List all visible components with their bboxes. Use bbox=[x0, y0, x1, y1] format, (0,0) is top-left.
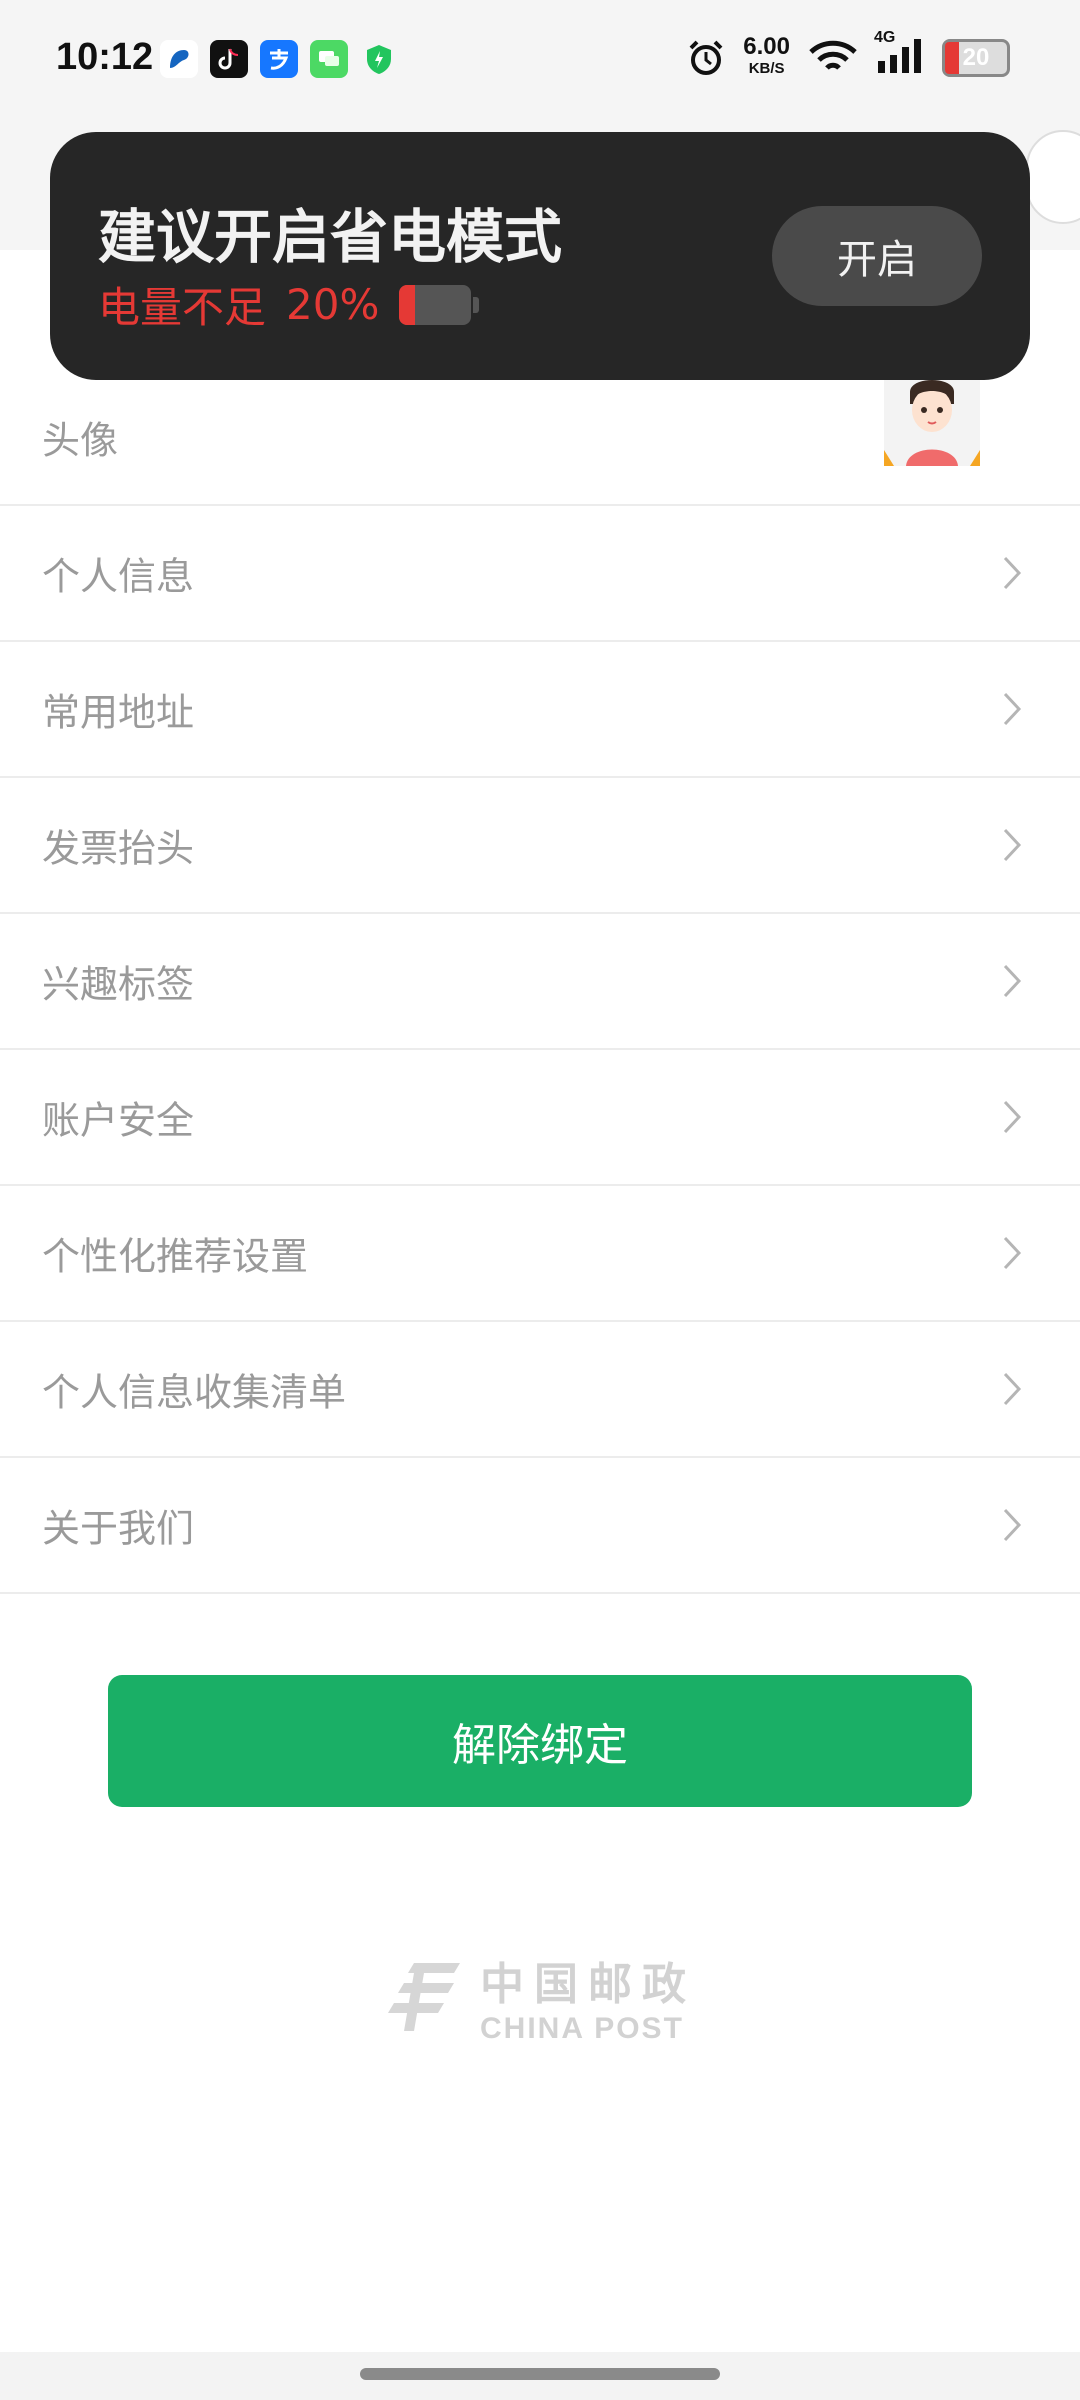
chevron-right-icon bbox=[1003, 692, 1022, 726]
unbind-button[interactable]: 解除绑定 bbox=[108, 1675, 972, 1807]
tiktok-icon bbox=[210, 40, 248, 78]
settings-row-label: 头像 bbox=[42, 418, 119, 463]
settings-row-label: 发票抬头 bbox=[42, 826, 195, 871]
alarm-icon bbox=[689, 40, 723, 75]
status-right: 6.00 KB/S 4G 20 bbox=[687, 29, 1010, 80]
low-battery-text: 电量不足 bbox=[98, 283, 267, 332]
settings-row-label: 兴趣标签 bbox=[42, 962, 195, 1007]
settings-row-label: 个人信息收集清单 bbox=[42, 1370, 347, 1415]
china-post-logo-text: 中国邮政 CHINA POST bbox=[480, 1948, 696, 2046]
settings-row-personal-info[interactable]: 个人信息 bbox=[0, 506, 1080, 642]
security-shield-icon bbox=[360, 40, 398, 78]
status-app-icons bbox=[160, 40, 398, 78]
settings-row-invoice-title[interactable]: 发票抬头 bbox=[0, 778, 1080, 914]
settings-list: 头像 个人信息 常用地址 发票抬头 兴趣标签 账户安全 个性化推荐设置 个人信息… bbox=[0, 370, 1080, 1594]
chevron-right-icon bbox=[1003, 1372, 1022, 1406]
settings-row-avatar[interactable]: 头像 bbox=[0, 370, 1080, 506]
settings-row-label: 个人信息 bbox=[42, 554, 195, 599]
settings-row-label: 账户安全 bbox=[42, 1098, 195, 1143]
settings-row-about-us[interactable]: 关于我们 bbox=[0, 1458, 1080, 1594]
toast-title: 建议开启省电模式 bbox=[98, 203, 563, 271]
battery-icon bbox=[399, 284, 480, 325]
chevron-right-icon bbox=[1003, 964, 1022, 998]
settings-row-info-collection-list[interactable]: 个人信息收集清单 bbox=[0, 1322, 1080, 1458]
settings-row-recommendation[interactable]: 个性化推荐设置 bbox=[0, 1186, 1080, 1322]
logo-english: CHINA POST bbox=[480, 2012, 684, 2045]
status-time: 10:12 bbox=[56, 36, 154, 78]
chevron-right-icon bbox=[1003, 1508, 1022, 1542]
net-speed: 6.00 KB/S bbox=[743, 33, 790, 78]
settings-row-addresses[interactable]: 常用地址 bbox=[0, 642, 1080, 778]
settings-row-interest-tags[interactable]: 兴趣标签 bbox=[0, 914, 1080, 1050]
avatar[interactable] bbox=[884, 370, 980, 466]
wifi-icon bbox=[809, 40, 857, 70]
alipay-icon bbox=[260, 40, 298, 78]
gesture-nav-bar bbox=[0, 2352, 1080, 2400]
baidu-map-icon bbox=[160, 40, 198, 78]
messages-icon bbox=[310, 40, 348, 78]
china-post-emblem-icon bbox=[388, 1963, 460, 2031]
chevron-right-icon bbox=[1003, 1100, 1022, 1134]
settings-row-account-security[interactable]: 账户安全 bbox=[0, 1050, 1080, 1186]
logo-chinese: 中国邮政 bbox=[480, 1959, 696, 2010]
network-type-label: 4G bbox=[874, 29, 896, 46]
settings-row-label: 常用地址 bbox=[42, 690, 195, 735]
battery-indicator: 20 bbox=[942, 39, 1010, 77]
home-indicator[interactable] bbox=[360, 2368, 720, 2380]
settings-row-label: 个性化推荐设置 bbox=[42, 1234, 309, 1279]
enable-power-saving-button[interactable]: 开启 bbox=[772, 206, 982, 306]
chevron-right-icon bbox=[1003, 828, 1022, 862]
chevron-right-icon bbox=[1003, 556, 1022, 590]
cellular-signal-icon: 4G bbox=[874, 29, 924, 79]
chevron-right-icon bbox=[1003, 1236, 1022, 1270]
settings-row-label: 关于我们 bbox=[42, 1506, 195, 1551]
power-saving-toast: 建议开启省电模式 电量不足 20% 开启 bbox=[50, 132, 1030, 380]
toast-subtitle: 电量不足 20% bbox=[98, 274, 480, 335]
battery-percent: 20% bbox=[286, 280, 380, 329]
china-post-logo: 中国邮政 CHINA POST bbox=[384, 1948, 696, 2046]
header-circle-button[interactable] bbox=[1026, 130, 1080, 224]
